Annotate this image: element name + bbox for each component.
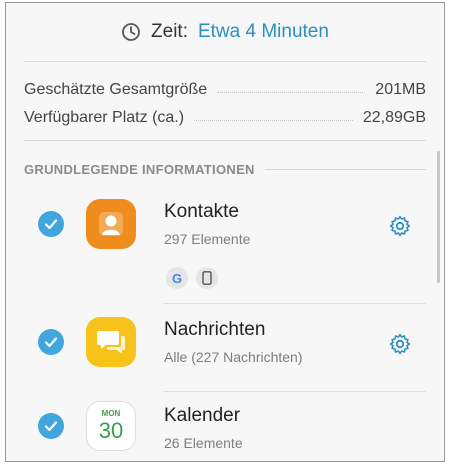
- list-item-nachrichten[interactable]: Nachrichten Alle (227 Nachrichten): [6, 313, 444, 399]
- section-title: GRUNDLEGENDE INFORMATIONEN: [24, 161, 255, 177]
- calendar-icon: MON 30: [86, 401, 136, 451]
- section-line: [264, 168, 426, 170]
- google-icon: G: [166, 267, 188, 289]
- check-icon: [44, 421, 58, 432]
- checkbox-nachrichten[interactable]: [38, 329, 64, 355]
- checkbox-kontakte[interactable]: [38, 211, 64, 237]
- item-divider: [164, 303, 426, 304]
- clock-icon: [122, 23, 140, 41]
- size-label: Verfügbarer Platz (ca.): [24, 109, 185, 126]
- scrollbar[interactable]: [437, 151, 440, 283]
- time-estimate: Zeit: Etwa 4 Minuten: [6, 3, 444, 61]
- item-subtitle: 297 Elemente: [164, 231, 251, 247]
- size-info: Geschätzte Gesamtgröße 201MB Verfügbarer…: [6, 62, 444, 140]
- gear-icon[interactable]: [388, 332, 412, 356]
- dotted-leader: [217, 91, 366, 93]
- item-subtitle: 26 Elemente: [164, 435, 243, 451]
- size-row-available: Verfügbarer Platz (ca.) 22,89GB: [24, 104, 426, 132]
- size-value: 22,89GB: [362, 109, 426, 126]
- checkbox-kalender[interactable]: [38, 413, 64, 439]
- list-item-kalender[interactable]: MON 30 Kalender 26 Elemente: [6, 399, 444, 461]
- contacts-icon: [86, 199, 136, 249]
- section-header: GRUNDLEGENDE INFORMATIONEN: [6, 141, 444, 197]
- size-row-total: Geschätzte Gesamtgröße 201MB: [24, 76, 426, 104]
- backup-panel: Zeit: Etwa 4 Minuten Geschätzte Gesamtgr…: [5, 2, 445, 462]
- item-divider: [164, 391, 426, 392]
- size-label: Geschätzte Gesamtgröße: [24, 81, 208, 98]
- calendar-day: 30: [98, 418, 124, 443]
- check-icon: [44, 337, 58, 348]
- time-value: Etwa 4 Minuten: [197, 21, 329, 42]
- size-value: 201MB: [375, 81, 426, 98]
- item-subtitle: Alle (227 Nachrichten): [164, 349, 303, 365]
- gear-icon[interactable]: [388, 214, 412, 238]
- check-icon: [44, 219, 58, 230]
- item-title: Nachrichten: [164, 319, 266, 340]
- phone-icon: [196, 267, 218, 289]
- dotted-leader: [194, 119, 353, 121]
- messages-icon: [86, 317, 136, 367]
- list-item-kontakte[interactable]: Kontakte 297 Elemente G: [6, 197, 444, 313]
- item-title: Kontakte: [164, 201, 239, 222]
- time-label: Zeit:: [151, 21, 188, 42]
- item-title: Kalender: [164, 405, 241, 426]
